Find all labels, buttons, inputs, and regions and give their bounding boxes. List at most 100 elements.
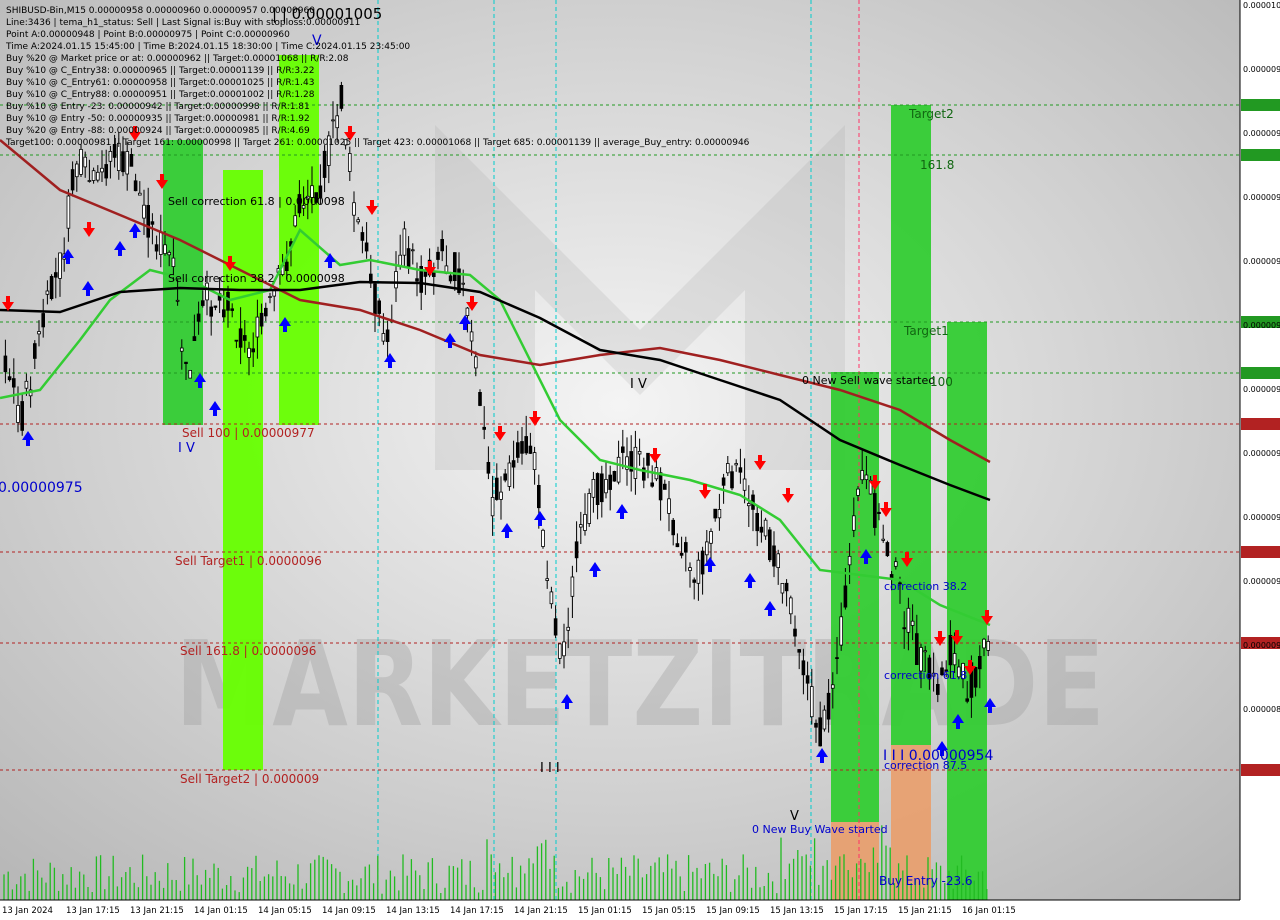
candle-body: [747, 503, 751, 507]
candle-body: [675, 543, 680, 548]
candle-body: [936, 684, 940, 695]
candle-body: [192, 336, 197, 342]
candle-body: [755, 513, 759, 532]
annotation-23: Buy Entry -23.6: [879, 874, 973, 888]
candle-body: [322, 150, 327, 178]
candle-body: [129, 153, 134, 167]
candle-body: [398, 254, 402, 267]
candle-body: [255, 316, 260, 338]
candle-body: [221, 309, 226, 318]
annotation-3: Sell correction 38.2 | 0.0000098: [168, 272, 345, 285]
candle-body: [394, 271, 398, 289]
candle-body: [562, 641, 566, 657]
time-tick-label: 14 Jan 01:15: [194, 906, 248, 916]
candle-body: [717, 508, 722, 519]
candle-body: [41, 313, 45, 328]
candle-body: [658, 472, 663, 501]
candle-body: [621, 446, 625, 453]
candle-body: [415, 278, 419, 282]
candle-body: [58, 252, 62, 279]
candle-body: [461, 282, 465, 285]
candle-body: [852, 515, 856, 531]
candle-body: [3, 355, 8, 373]
candle-body: [721, 477, 726, 486]
candle-body: [877, 511, 881, 514]
candle-body: [973, 667, 978, 688]
candle-body: [410, 249, 415, 252]
annotation-9: Sell Target2 | 0.000009: [180, 772, 319, 786]
candle-body: [473, 356, 478, 369]
candle-body: [263, 307, 268, 317]
candle-body: [915, 633, 919, 665]
candle-body: [339, 85, 344, 109]
candle-body: [524, 436, 528, 454]
candle-body: [730, 471, 734, 489]
header-line-4: Buy %10 @ C_Entry38: 0.00000965 || Targe…: [6, 66, 314, 76]
candle-body: [452, 252, 457, 282]
candle-body: [965, 698, 969, 702]
candle-body: [856, 488, 860, 496]
candle-body: [982, 638, 986, 649]
candle-body: [709, 531, 713, 544]
candle-body: [860, 470, 864, 481]
candle-body: [381, 333, 386, 342]
time-tick-label: 15 Jan 05:15: [642, 906, 696, 916]
candle-body: [87, 180, 92, 182]
candle-body: [230, 308, 235, 311]
annotation-8: Sell 161.8 | 0.0000096: [180, 644, 316, 658]
candle-body: [247, 347, 251, 358]
candle-body: [650, 482, 654, 487]
candle-body: [16, 404, 20, 423]
candle-body: [700, 550, 705, 575]
candle-body: [780, 583, 785, 594]
candle-body: [574, 541, 579, 559]
candle-body: [902, 627, 906, 630]
time-tick-label: 15 Jan 01:15: [578, 906, 632, 916]
candle-body: [482, 426, 486, 430]
price-tick-label: 0.0000091: [1243, 577, 1280, 586]
time-tick-label: 14 Jan 09:15: [322, 906, 376, 916]
candle-body: [889, 574, 894, 579]
candle-body: [499, 491, 503, 500]
annotation-18: 100: [930, 375, 953, 389]
candle-body: [226, 291, 230, 311]
candle-body: [595, 473, 600, 506]
time-tick-label: 14 Jan 21:15: [514, 906, 568, 916]
candle-body: [873, 493, 877, 528]
candle-body: [894, 561, 898, 567]
candle-body: [469, 331, 474, 342]
candle-body: [986, 641, 990, 651]
candle-body: [541, 529, 545, 547]
time-tick-label: 14 Jan 13:15: [386, 906, 440, 916]
candle-body: [726, 463, 730, 474]
candle-body: [284, 261, 289, 272]
annotation-13: 0 New Buy Wave started: [752, 823, 888, 836]
candle-body: [293, 215, 297, 227]
header-line-9: Buy %20 @ Entry -88: 0.00000924 || Targe…: [6, 126, 310, 136]
candle-body: [100, 167, 104, 173]
price-tick-label: 0.0000098: [1243, 129, 1280, 138]
annotation-20: correction 61.8: [884, 669, 967, 682]
candle-body: [96, 171, 100, 181]
candle-body: [478, 391, 482, 406]
candle-body: [826, 692, 831, 720]
candle-body: [137, 192, 142, 196]
candle-body: [171, 257, 176, 268]
price-tick-label: 0.0000100: [1243, 1, 1280, 10]
candle-body: [835, 657, 839, 659]
candle-body: [919, 647, 923, 672]
candle-body: [465, 307, 470, 317]
candle-body: [66, 195, 71, 229]
candle-body: [692, 579, 696, 583]
candle-body: [810, 686, 814, 718]
header-line-1: Point A:0.00000948 | Point B:0.00000975 …: [6, 30, 290, 40]
candle-body: [167, 251, 172, 256]
candle-body: [906, 607, 911, 633]
candle-body: [436, 251, 440, 260]
price-tick-label: 0.0000094: [1243, 385, 1280, 394]
candle-body: [188, 369, 193, 379]
candle-body: [545, 578, 549, 581]
candle-body: [616, 456, 621, 483]
candle-body: [125, 151, 130, 175]
price-tick-label: 0.0000097: [1243, 193, 1280, 202]
